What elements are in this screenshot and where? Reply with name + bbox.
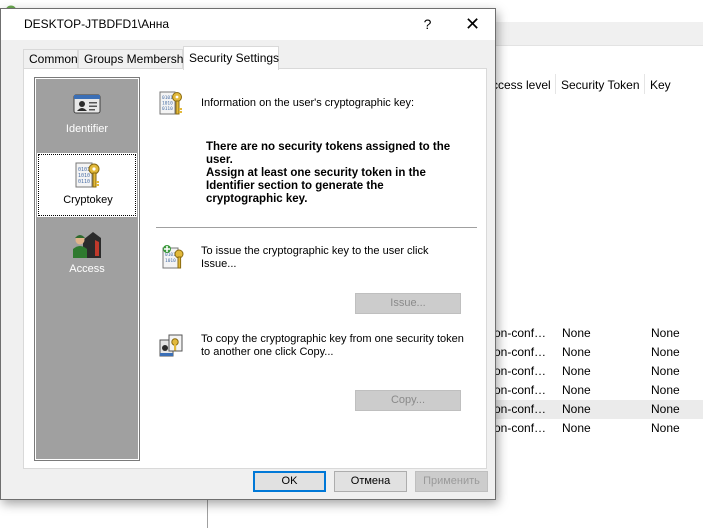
issue-instructions-line-1: To issue the cryptographic key to the us… bbox=[201, 245, 429, 257]
column-header-security-token[interactable]: Security Token bbox=[561, 76, 640, 94]
sidebar-label-cryptokey: Cryptokey bbox=[63, 194, 113, 206]
cell-key: None bbox=[651, 326, 680, 340]
help-button[interactable]: ? bbox=[405, 9, 450, 40]
copy-button[interactable]: Copy... bbox=[355, 390, 461, 411]
issue-instructions-line-2: Issue... bbox=[201, 258, 237, 270]
users-table bbox=[490, 70, 703, 528]
cell-access-level: on-conf… bbox=[494, 383, 547, 397]
svg-text:0110: 0110 bbox=[162, 106, 173, 112]
cancel-button[interactable]: Отмена bbox=[334, 471, 407, 492]
table-row[interactable]: on-conf… None None bbox=[490, 381, 703, 400]
access-icon bbox=[73, 232, 101, 258]
cell-key: None bbox=[651, 421, 680, 435]
cell-key: None bbox=[651, 364, 680, 378]
cell-key: None bbox=[651, 383, 680, 397]
dialog-title: DESKTOP-JTBDFD1\Анна bbox=[24, 17, 170, 31]
user-properties-dialog: DESKTOP-JTBDFD1\Анна ? ✕ Common Groups M… bbox=[0, 8, 496, 500]
tab-security-settings[interactable]: Security Settings bbox=[183, 46, 279, 70]
dialog-titlebar[interactable]: DESKTOP-JTBDFD1\Анна ? ✕ bbox=[1, 9, 495, 40]
cell-access-level: on-conf… bbox=[494, 326, 547, 340]
table-row[interactable]: on-conf… None None bbox=[490, 419, 703, 438]
security-sidebar: Identifier 0101 1010 0110 Cryptokey Acce… bbox=[34, 77, 140, 461]
column-separator bbox=[555, 74, 556, 94]
tab-common[interactable]: Common bbox=[23, 49, 78, 69]
cell-key: None bbox=[651, 345, 680, 359]
key-info-icon: 0101 1010 0110 bbox=[159, 91, 182, 115]
column-separator bbox=[644, 74, 645, 94]
apply-button[interactable]: Применить bbox=[415, 471, 488, 492]
cell-access-level: on-conf… bbox=[494, 364, 547, 378]
cell-security-token: None bbox=[562, 345, 591, 359]
column-header-access-level[interactable]: ccess level bbox=[492, 76, 551, 94]
no-tokens-message-line-3: Assign at least one security token in th… bbox=[206, 167, 426, 179]
no-tokens-message-line-5: cryptographic key. bbox=[206, 193, 308, 205]
cell-security-token: None bbox=[562, 402, 591, 416]
cell-access-level: on-conf… bbox=[494, 421, 547, 435]
sidebar-item-identifier[interactable]: Identifier bbox=[38, 84, 136, 146]
table-row[interactable]: on-conf… None None bbox=[490, 343, 703, 362]
security-settings-panel: Identifier 0101 1010 0110 Cryptokey Acce… bbox=[23, 68, 487, 469]
cell-security-token: None bbox=[562, 364, 591, 378]
copy-instructions-line-2: to another one click Copy... bbox=[201, 346, 334, 358]
svg-text:1010: 1010 bbox=[162, 101, 173, 107]
key-info-heading: Information on the user's cryptographic … bbox=[201, 97, 415, 109]
cell-key: None bbox=[651, 402, 680, 416]
table-row[interactable]: on-conf… None None bbox=[490, 324, 703, 343]
cell-access-level: on-conf… bbox=[494, 345, 547, 359]
copy-key-icon bbox=[159, 334, 183, 357]
cell-access-level: on-conf… bbox=[494, 402, 547, 416]
cryptokey-icon: 0101 1010 0110 bbox=[75, 162, 100, 188]
no-tokens-message-line-2: user. bbox=[206, 154, 233, 166]
background-toolbar bbox=[490, 22, 703, 46]
pane-divider[interactable] bbox=[207, 496, 208, 528]
cell-security-token: None bbox=[562, 383, 591, 397]
tab-groups-membership[interactable]: Groups Membership bbox=[78, 49, 193, 69]
sidebar-label-identifier: Identifier bbox=[65, 123, 109, 135]
sidebar-item-cryptokey[interactable]: 0101 1010 0110 Cryptokey bbox=[37, 153, 137, 217]
cell-security-token: None bbox=[562, 421, 591, 435]
ok-button[interactable]: OK bbox=[253, 471, 326, 492]
cell-security-token: None bbox=[562, 326, 591, 340]
svg-text:1010: 1010 bbox=[165, 258, 176, 264]
table-row-selected[interactable]: on-conf… None None bbox=[490, 400, 703, 419]
close-button[interactable]: ✕ bbox=[450, 9, 495, 40]
section-divider bbox=[156, 227, 477, 228]
svg-text:0101: 0101 bbox=[162, 95, 173, 101]
no-tokens-message-line-4: Identifier section to generate the bbox=[206, 180, 384, 192]
sidebar-label-access: Access bbox=[69, 263, 105, 275]
id-card-icon bbox=[73, 94, 101, 114]
no-tokens-message-line-1: There are no security tokens assigned to… bbox=[206, 141, 451, 153]
issue-key-icon: 0101 1010 bbox=[162, 245, 184, 269]
issue-button[interactable]: Issue... bbox=[355, 293, 461, 314]
svg-text:0110: 0110 bbox=[78, 179, 90, 185]
copy-instructions-line-1: To copy the cryptographic key from one s… bbox=[201, 333, 464, 345]
sidebar-item-access[interactable]: Access bbox=[38, 224, 136, 286]
column-header-key[interactable]: Key bbox=[650, 76, 671, 94]
table-row[interactable]: on-conf… None None bbox=[490, 362, 703, 381]
